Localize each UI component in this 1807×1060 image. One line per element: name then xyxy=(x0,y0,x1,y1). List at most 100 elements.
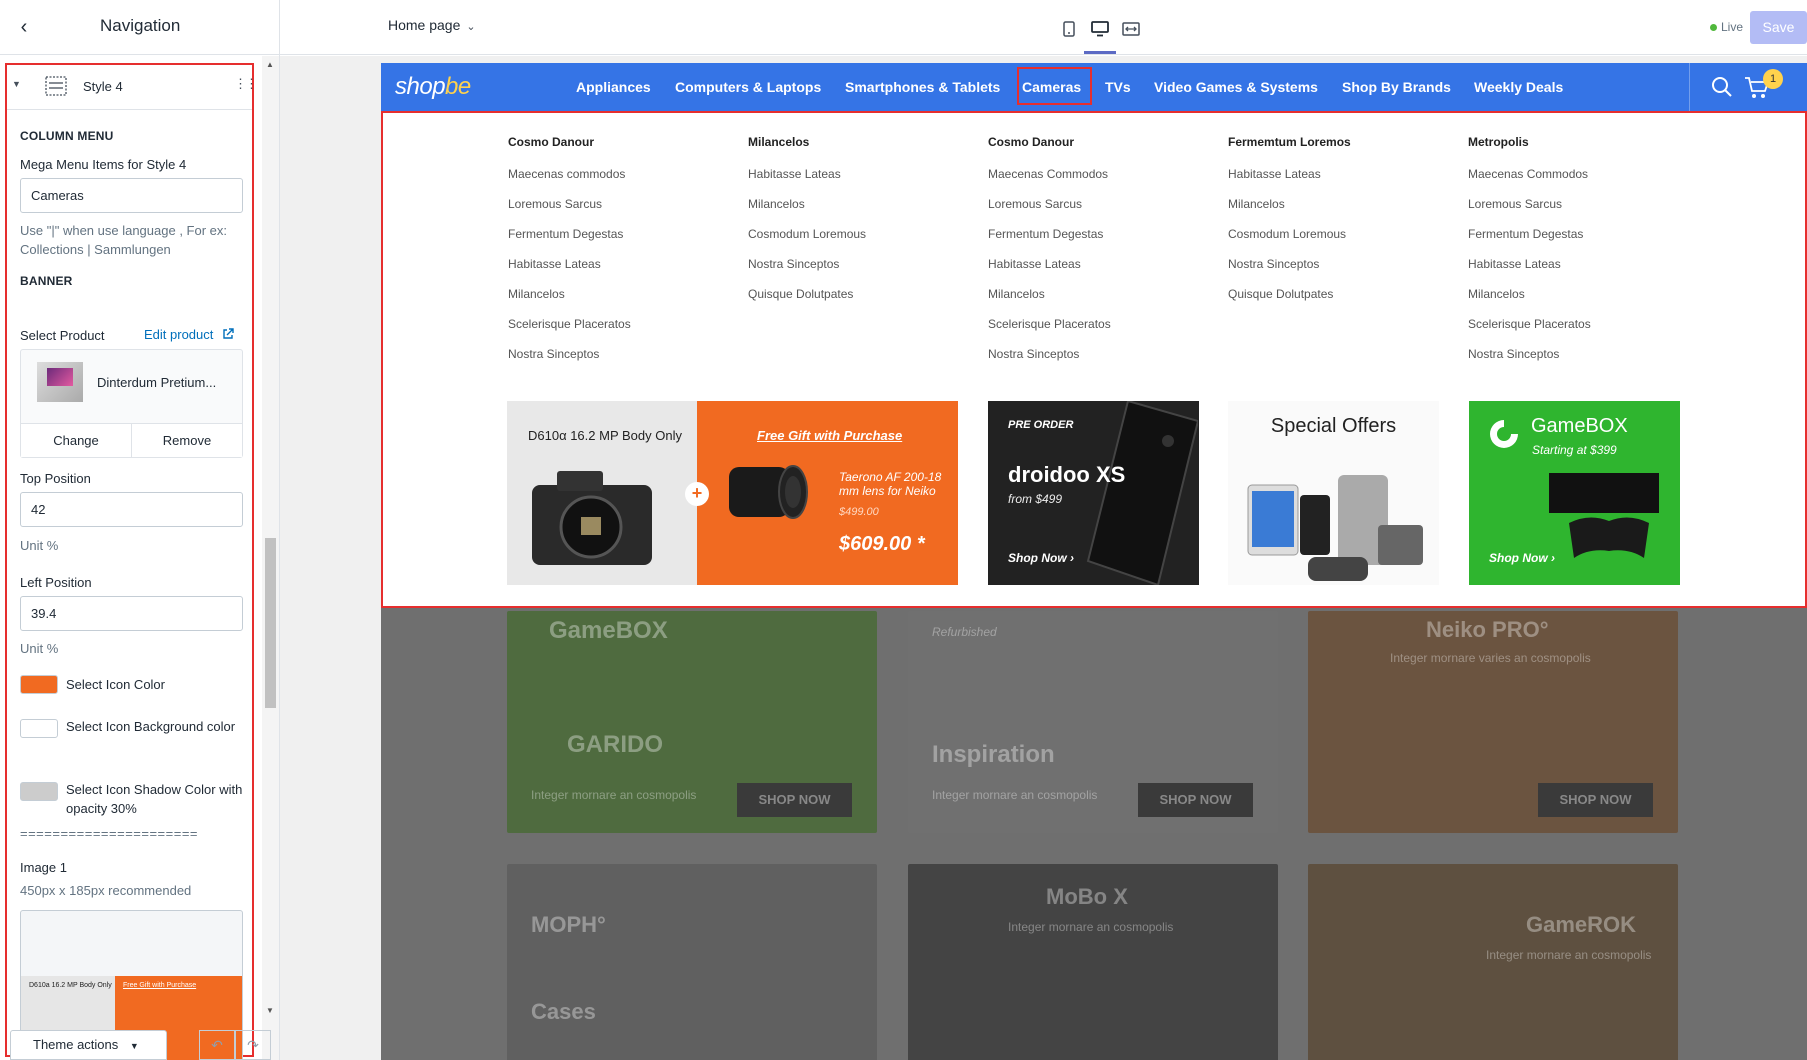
menu-link[interactable]: Loremous Sarcus xyxy=(1468,195,1698,213)
scroll-up-icon[interactable]: ▲ xyxy=(266,60,274,69)
menu-link[interactable]: Nostra Sinceptos xyxy=(988,345,1218,363)
theme-actions-button[interactable]: Theme actions ▼ xyxy=(10,1030,167,1060)
change-product-button[interactable]: Change xyxy=(21,424,132,457)
fullwidth-icon[interactable] xyxy=(1120,18,1142,40)
menu-link[interactable]: Fermentum Degestas xyxy=(988,225,1218,243)
collapse-caret-icon[interactable]: ▼ xyxy=(12,79,21,89)
scrollbar-thumb[interactable] xyxy=(265,538,276,708)
redo-icon[interactable]: ↷ xyxy=(235,1030,271,1060)
menu-link[interactable]: Quisque Dolutpates xyxy=(1228,285,1458,303)
hotspot-plus-icon[interactable]: + xyxy=(685,482,709,506)
lens-old-price: $499.00 xyxy=(839,506,879,518)
image-1-label: Image 1 xyxy=(20,860,67,875)
menu-link[interactable]: Milancelos xyxy=(748,195,978,213)
left-position-input[interactable]: 39.4 xyxy=(20,596,243,631)
menu-link[interactable]: Habitasse Lateas xyxy=(1228,165,1458,183)
free-gift-link[interactable]: Free Gift with Purchase xyxy=(757,428,902,443)
menu-link[interactable]: Scelerisque Placeratos xyxy=(1468,315,1698,333)
bg-card-gamebox: GameBOX GARIDO Integer mornare an cosmop… xyxy=(507,611,877,833)
chevron-down-icon: ⌄ xyxy=(466,21,476,33)
bg-card2-shop-button[interactable]: SHOP NOW xyxy=(1138,783,1253,817)
menu-link[interactable]: Habitasse Lateas xyxy=(748,165,978,183)
camera-body-panel: D610α 16.2 MP Body Only xyxy=(507,401,697,585)
edit-product-link[interactable]: Edit product xyxy=(144,327,234,342)
mega-menu-items-input[interactable]: Cameras xyxy=(20,178,243,213)
menu-link[interactable]: Loremous Sarcus xyxy=(508,195,738,213)
menu-link[interactable]: Loremous Sarcus xyxy=(988,195,1218,213)
drag-handle-icon[interactable]: ⋮⋮ xyxy=(234,76,258,92)
menu-link[interactable]: Maecenas Commodos xyxy=(1468,165,1698,183)
nav-smartphones-tablets[interactable]: Smartphones & Tablets xyxy=(845,79,1000,95)
bg-card-inspiration: Refurbished Inspiration Integer mornare … xyxy=(908,611,1278,833)
menu-link[interactable]: Cosmodum Loremous xyxy=(748,225,978,243)
logo-accent: be xyxy=(445,73,471,100)
menu-link[interactable]: Milancelos xyxy=(1228,195,1458,213)
style-section-header[interactable]: ▼ Style 4 ⋮⋮ xyxy=(7,64,258,110)
menu-link[interactable]: Habitasse Lateas xyxy=(988,255,1218,273)
nav-tvs[interactable]: TVs xyxy=(1105,79,1131,95)
menu-link[interactable]: Maecenas commodos xyxy=(508,165,738,183)
icon-shadow-color-swatch[interactable] xyxy=(20,782,58,801)
bg-card5-text: Integer mornare an cosmopolis xyxy=(1008,920,1174,934)
section-divider-text: ====================== xyxy=(20,826,199,841)
bg-card2-title: Inspiration xyxy=(932,741,1055,768)
nav-computers-laptops[interactable]: Computers & Laptops xyxy=(675,79,821,95)
bg-card3-title: Neiko PRO° xyxy=(1426,617,1549,642)
bg-card3-shop-button[interactable]: SHOP NOW xyxy=(1538,783,1653,817)
nav-appliances[interactable]: Appliances xyxy=(576,79,651,95)
nav-shop-by-brands[interactable]: Shop By Brands xyxy=(1342,79,1451,95)
save-button[interactable]: Save xyxy=(1750,11,1807,44)
column-title[interactable]: Cosmo Danour xyxy=(508,133,738,151)
mobile-icon[interactable] xyxy=(1058,18,1080,40)
menu-link[interactable]: Milancelos xyxy=(508,285,738,303)
console-image-icon xyxy=(1549,473,1659,558)
bg-card1-title: GameBOX xyxy=(549,617,668,644)
menu-link[interactable]: Nostra Sinceptos xyxy=(1228,255,1458,273)
gamebox-shop-now-link[interactable]: Shop Now › xyxy=(1489,551,1555,565)
menu-link[interactable]: Maecenas Commodos xyxy=(988,165,1218,183)
product-thumbnail xyxy=(37,362,83,402)
bg-card-moph: MOPH° Cases xyxy=(507,864,877,1060)
phone-shop-now-link[interactable]: Shop Now › xyxy=(1008,551,1074,565)
icon-color-swatch[interactable] xyxy=(20,675,58,694)
column-title[interactable]: Fermemtum Loremos xyxy=(1228,133,1458,151)
menu-link[interactable]: Habitasse Lateas xyxy=(1468,255,1698,273)
back-chevron-icon[interactable]: ‹ xyxy=(12,16,36,40)
menu-link[interactable]: Cosmodum Loremous xyxy=(1228,225,1458,243)
lens-icon xyxy=(729,465,808,519)
menu-link[interactable]: Nostra Sinceptos xyxy=(508,345,738,363)
phone-shop-now-label: Shop Now xyxy=(1008,551,1067,565)
page-selector[interactable]: Home page ⌄ xyxy=(388,17,476,33)
bg-card2-text: Integer mornare an cosmopolis xyxy=(932,788,1098,802)
camera-banner[interactable]: D610α 16.2 MP Body Only Free Gift with P… xyxy=(507,401,958,585)
top-position-input[interactable]: 42 xyxy=(20,492,243,527)
menu-link[interactable]: Nostra Sinceptos xyxy=(748,255,978,273)
scroll-down-icon[interactable]: ▼ xyxy=(266,1006,274,1015)
menu-link[interactable]: Fermentum Degestas xyxy=(1468,225,1698,243)
menu-link[interactable]: Milancelos xyxy=(1468,285,1698,303)
menu-link[interactable]: Fermentum Degestas xyxy=(508,225,738,243)
special-offers-banner[interactable]: Special Offers xyxy=(1228,401,1439,585)
icon-bg-color-swatch[interactable] xyxy=(20,719,58,738)
nav-weekly-deals[interactable]: Weekly Deals xyxy=(1474,79,1563,95)
menu-link[interactable]: Scelerisque Placeratos xyxy=(988,315,1218,333)
menu-link[interactable]: Habitasse Lateas xyxy=(508,255,738,273)
column-title[interactable]: Cosmo Danour xyxy=(988,133,1218,151)
bg-card1-brand: GARIDO xyxy=(567,731,663,758)
nav-video-games[interactable]: Video Games & Systems xyxy=(1154,79,1318,95)
column-title[interactable]: Metropolis xyxy=(1468,133,1698,151)
bg-card1-shop-button[interactable]: SHOP NOW xyxy=(737,783,852,817)
column-title[interactable]: Milancelos xyxy=(748,133,978,151)
menu-link[interactable]: Milancelos xyxy=(988,285,1218,303)
camera-icon xyxy=(532,471,652,565)
store-logo[interactable]: shopbe xyxy=(395,73,471,101)
menu-link[interactable]: Scelerisque Placeratos xyxy=(508,315,738,333)
phone-banner[interactable]: PRE ORDER droidoo XS from $499 Shop Now … xyxy=(988,401,1199,585)
undo-icon[interactable]: ↶ xyxy=(199,1030,235,1060)
menu-link[interactable]: Nostra Sinceptos xyxy=(1468,345,1698,363)
menu-link[interactable]: Quisque Dolutpates xyxy=(748,285,978,303)
remove-product-button[interactable]: Remove xyxy=(132,424,242,457)
desktop-icon[interactable] xyxy=(1089,18,1111,40)
search-icon[interactable] xyxy=(1711,76,1733,98)
gamebox-banner[interactable]: GameBOX Starting at $399 Shop Now › xyxy=(1469,401,1680,585)
